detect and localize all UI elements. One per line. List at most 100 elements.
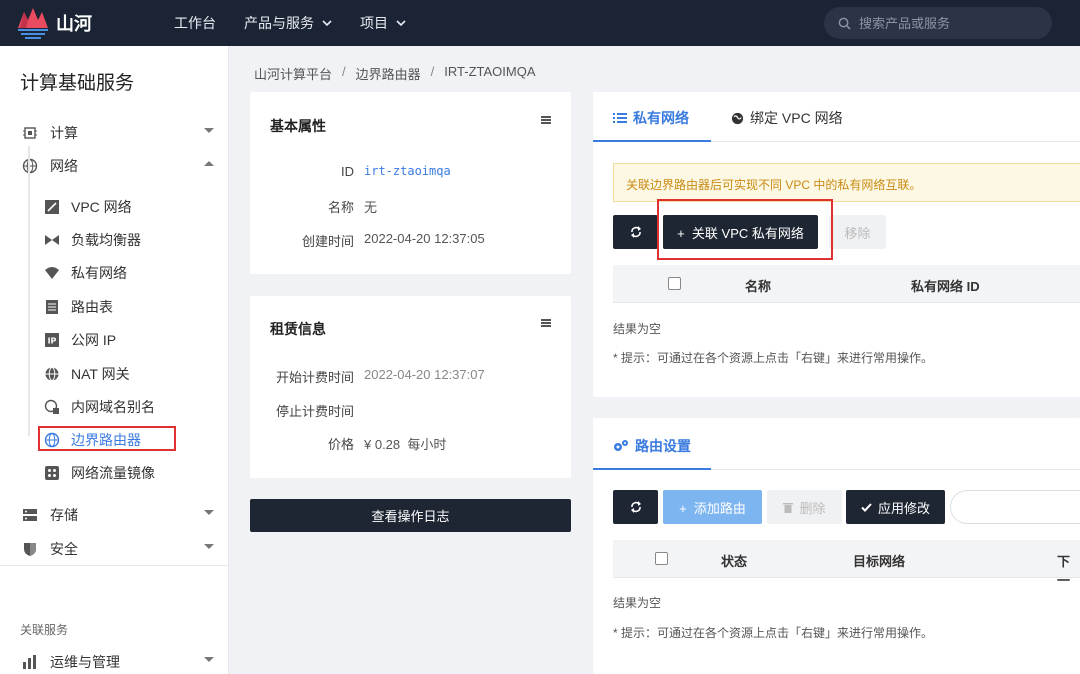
- sidebar-item-public-ip[interactable]: IP 公网 IP: [44, 330, 116, 350]
- attr-key: 停止计费时间: [275, 404, 354, 419]
- column-header-vpc-id[interactable]: 私有网络 ID: [911, 276, 980, 295]
- add-route-button[interactable]: + 添加路由: [663, 490, 762, 524]
- highlight-box: [657, 199, 833, 260]
- breadcrumb-separator: /: [342, 64, 346, 79]
- column-header-next-hop[interactable]: 下一: [1057, 551, 1080, 589]
- trash-icon: [783, 502, 794, 513]
- select-all-checkbox[interactable]: [655, 552, 668, 565]
- remove-button[interactable]: 移除: [829, 215, 886, 249]
- menu-icon[interactable]: [541, 116, 551, 124]
- document-icon: [46, 300, 58, 314]
- attr-value: 2022-04-20 12:37:05: [364, 231, 485, 246]
- apply-changes-button[interactable]: 应用修改: [846, 490, 945, 524]
- breadcrumb-border-router[interactable]: 边界路由器: [356, 64, 421, 83]
- sidebar-item-route-table[interactable]: 路由表: [44, 297, 113, 317]
- breadcrumb-platform[interactable]: 山河计算平台: [254, 64, 332, 83]
- lease-row-start: 开始计费时间 2022-04-20 12:37:07: [250, 367, 485, 386]
- globe-icon: [22, 158, 38, 174]
- chart-icon: [23, 655, 36, 669]
- basic-attributes-card: 基本属性 ID irt-ztaoimqa 名称 无 创建时间 2022-04-2…: [250, 92, 571, 274]
- related-services-title: 关联服务: [20, 623, 69, 637]
- active-tab-indicator: [593, 468, 711, 470]
- route-filter-input[interactable]: [950, 490, 1080, 524]
- view-operation-log-button[interactable]: 查看操作日志: [250, 499, 571, 532]
- nav-workbench-label: 工作台: [174, 15, 216, 31]
- sidebar-group-compute[interactable]: 计算: [22, 123, 214, 143]
- tab-label: 私有网络: [633, 110, 689, 126]
- search-icon: [838, 17, 851, 30]
- card-title: 基本属性: [270, 118, 326, 134]
- attr-row-name: 名称 无: [250, 197, 377, 216]
- route-settings-panel: 路由设置 + 添加路由 删除 应用修改 状态 目标网络 下一 结果为空 * 提示…: [593, 418, 1080, 674]
- column-header-status[interactable]: 状态: [721, 551, 747, 570]
- sidebar-item-label: 路由表: [71, 299, 113, 315]
- storage-icon: [23, 509, 37, 521]
- attr-row-created: 创建时间 2022-04-20 12:37:05: [250, 231, 485, 250]
- search-box[interactable]: [824, 7, 1052, 39]
- sidebar-group-storage-label: 存储: [50, 507, 78, 523]
- attr-value: 2022-04-20 12:37:07: [364, 367, 485, 382]
- caret-down-icon: [204, 657, 214, 662]
- sidebar-item-traffic-mirror[interactable]: 网络流量镜像: [44, 463, 155, 483]
- sidebar-item-load-balancer[interactable]: 负载均衡器: [44, 230, 141, 250]
- shield-icon: [24, 543, 36, 556]
- sidebar-item-label: 私有网络: [71, 265, 127, 281]
- pencil-icon: [45, 200, 59, 214]
- sidebar-item-private-network[interactable]: 私有网络: [44, 263, 127, 283]
- nav-projects[interactable]: 项目: [360, 13, 406, 33]
- nav-workbench[interactable]: 工作台: [174, 13, 216, 33]
- sidebar-item-intranet-dns-alias[interactable]: 内网域名别名: [44, 397, 155, 417]
- breadcrumb-current: IRT-ZTAOIMQA: [444, 64, 536, 79]
- sidebar-group-network[interactable]: 网络: [22, 156, 214, 176]
- ip-badge-icon: IP: [45, 333, 59, 347]
- attr-value: ¥ 0.28 每小时: [364, 437, 447, 452]
- nav-products-services[interactable]: 产品与服务: [244, 13, 332, 33]
- caret-down-icon: [204, 544, 214, 549]
- divider: [711, 469, 1080, 470]
- globe-icon: [731, 112, 744, 124]
- attr-value[interactable]: irt-ztaoimqa: [364, 164, 451, 179]
- attr-key: 价格: [327, 437, 354, 452]
- attr-key: 创建时间: [301, 234, 354, 249]
- brand-logo[interactable]: 山河: [16, 6, 136, 40]
- delete-label: 删除: [799, 500, 826, 516]
- link-globe-icon: [44, 399, 59, 414]
- tab-bind-vpc-network[interactable]: 绑定 VPC 网络: [731, 108, 843, 128]
- refresh-icon: [630, 501, 641, 513]
- sidebar-group-compute-label: 计算: [50, 125, 78, 141]
- search-input[interactable]: [859, 15, 1039, 31]
- sidebar-group-ops-management[interactable]: 运维与管理: [22, 652, 214, 672]
- sidebar-group-storage[interactable]: 存储: [22, 505, 214, 525]
- usage-hint: * 提示：可通过在各个资源上点击「右键」来进行常用操作。: [613, 351, 934, 365]
- sidebar-item-nat-gateway[interactable]: NAT 网关: [44, 364, 130, 384]
- check-icon: [861, 502, 872, 512]
- caret-down-icon: [204, 128, 214, 133]
- sidebar-group-ops-label: 运维与管理: [50, 654, 120, 670]
- refresh-icon: [630, 226, 641, 238]
- sidebar-tree-line: [28, 146, 30, 436]
- sidebar-item-label: 负载均衡器: [71, 232, 141, 248]
- top-navbar: 山河 工作台 产品与服务 项目: [0, 0, 1080, 46]
- select-all-checkbox[interactable]: [668, 277, 681, 290]
- attr-key: ID: [341, 164, 354, 179]
- tab-private-network[interactable]: 私有网络: [613, 108, 689, 128]
- cpu-icon: [23, 127, 37, 139]
- refresh-button[interactable]: [613, 215, 658, 249]
- menu-icon[interactable]: [541, 319, 551, 327]
- column-header-name[interactable]: 名称: [745, 276, 771, 295]
- info-alert: 关联边界路由器后可实现不同 VPC 中的私有网络互联。: [613, 163, 1080, 202]
- card-title: 租赁信息: [270, 321, 326, 337]
- mirror-icon: [45, 466, 59, 480]
- section-title-label: 路由设置: [635, 438, 691, 454]
- refresh-button[interactable]: [613, 490, 658, 524]
- empty-result: 结果为空: [613, 596, 662, 610]
- globe-icon: [45, 367, 59, 381]
- tab-label: 绑定 VPC 网络: [750, 110, 843, 126]
- load-balancer-icon: [45, 235, 59, 245]
- sidebar-group-security[interactable]: 安全: [22, 539, 214, 559]
- nav-projects-label: 项目: [360, 15, 388, 31]
- delete-route-button[interactable]: 删除: [767, 490, 842, 524]
- panel-tabs: 私有网络 绑定 VPC 网络: [593, 92, 1080, 142]
- sidebar-item-vpc-network[interactable]: VPC 网络: [44, 197, 132, 217]
- column-header-target-network[interactable]: 目标网络: [853, 551, 905, 570]
